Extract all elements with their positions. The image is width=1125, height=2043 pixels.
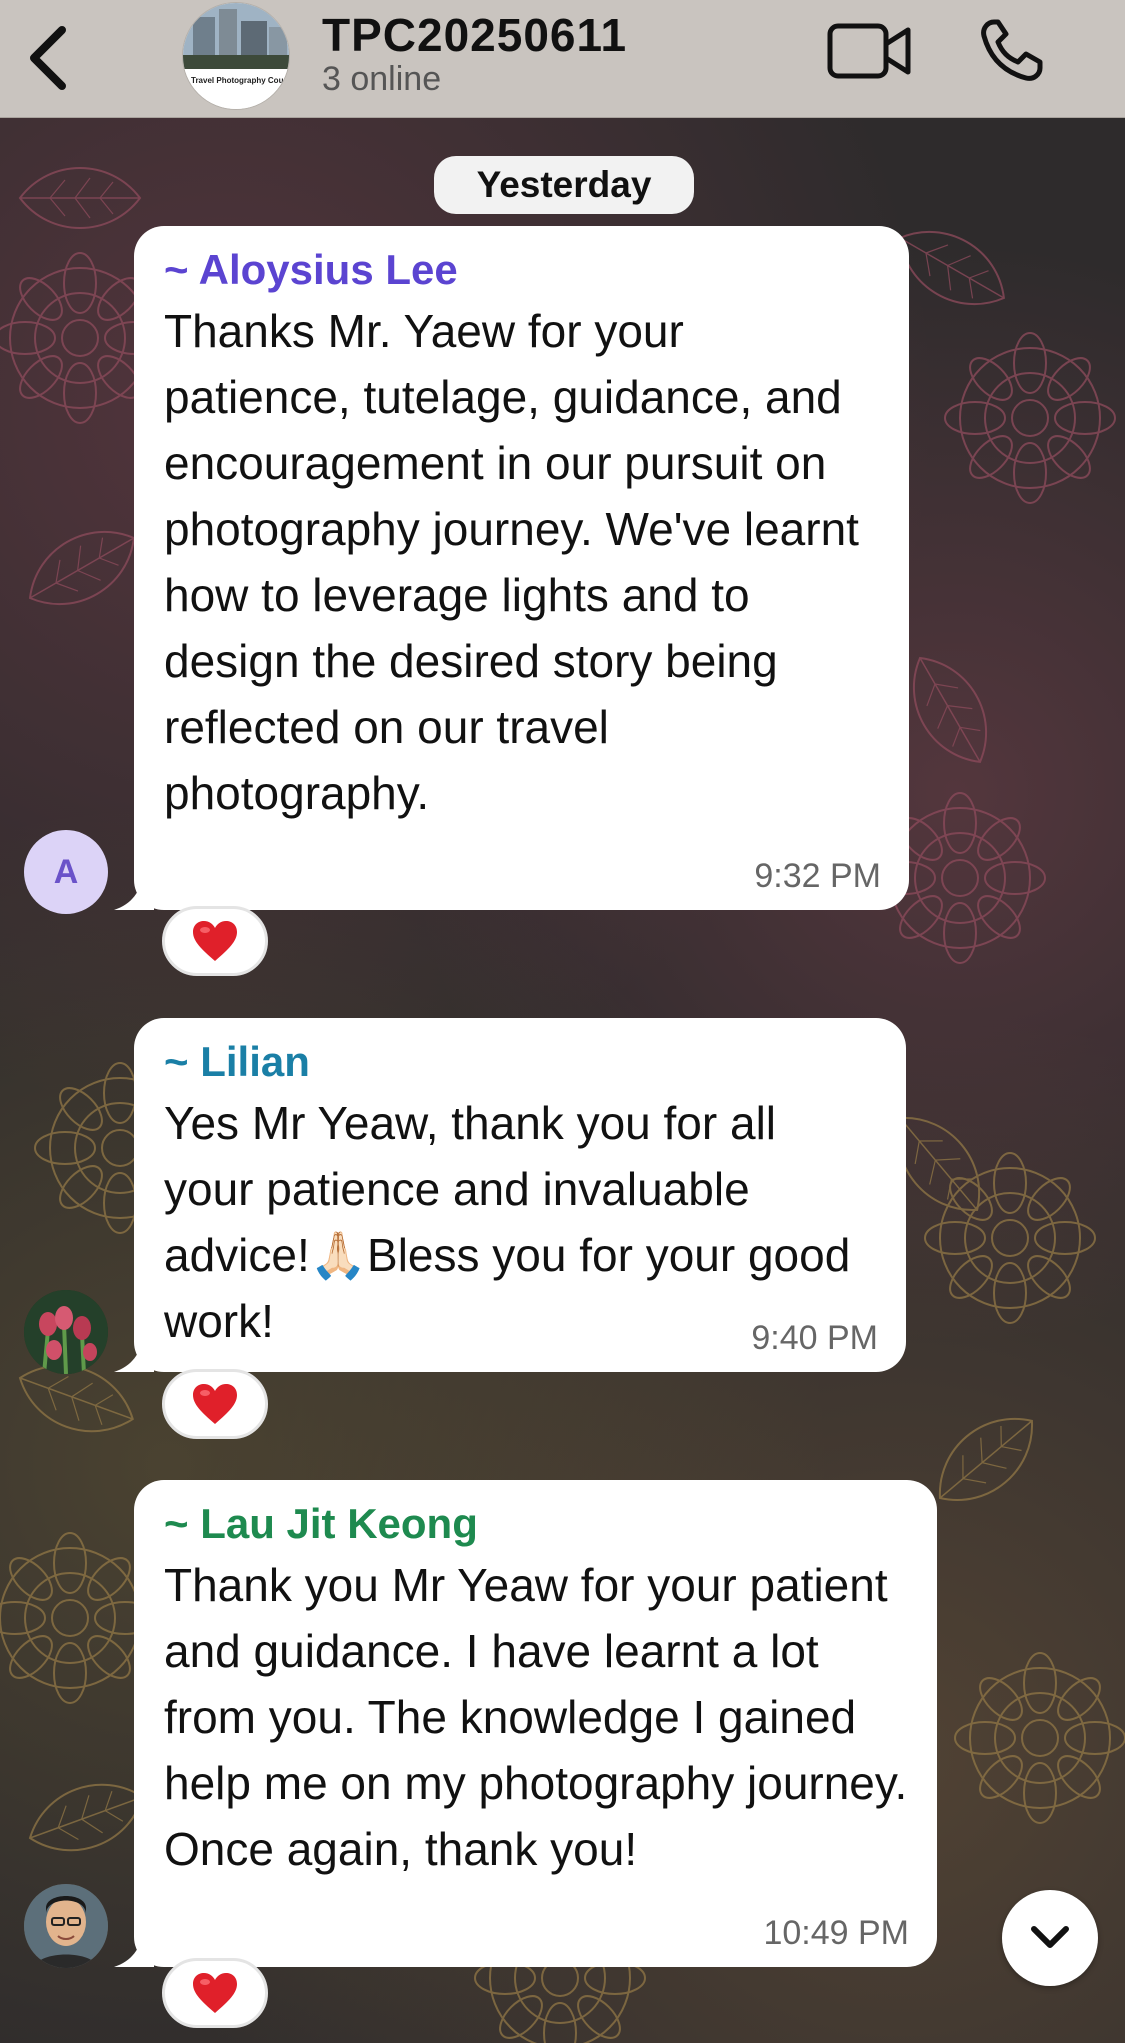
group-title[interactable]: TPC20250611 (322, 8, 627, 62)
message-bubble[interactable]: ~ Lilian Yes Mr Yeaw, thank you for all … (114, 1018, 906, 1372)
sender-avatar[interactable] (24, 1884, 108, 1968)
date-separator: Yesterday (434, 156, 694, 214)
red-heart-icon (193, 1973, 237, 2013)
video-camera-icon (827, 23, 911, 79)
message-bubble[interactable]: ~ Lau Jit Keong Thank you Mr Yeaw for yo… (114, 1480, 937, 1967)
online-status: 3 online (322, 60, 442, 98)
reaction-badge[interactable] (162, 1369, 268, 1439)
bubble-tail (114, 874, 154, 910)
bubble-tail (114, 1336, 154, 1372)
sender-name[interactable]: ~ Lilian (164, 1038, 878, 1086)
back-button[interactable] (20, 22, 80, 92)
message-text: Yes Mr Yeaw, thank you for all your pati… (164, 1097, 851, 1347)
message-time: 9:40 PM (751, 1319, 878, 1357)
message-bubble[interactable]: ~ Aloysius Lee Thanks Mr. Yaew for your … (114, 226, 909, 910)
chevron-left-icon (30, 26, 66, 90)
video-call-button[interactable] (826, 20, 912, 82)
phone-icon (981, 19, 1043, 81)
group-avatar[interactable]: Travel Photography Course (182, 2, 290, 110)
sender-avatar[interactable]: A (24, 830, 108, 914)
person-photo (24, 1884, 108, 1968)
message-time: 9:32 PM (754, 857, 881, 895)
reaction-badge[interactable] (162, 1958, 268, 2028)
message-text: Thank you Mr Yeaw for your patient and g… (164, 1559, 908, 1875)
group-photo (183, 3, 289, 109)
chat-header: Travel Photography Course TPC20250611 3 … (0, 0, 1125, 118)
sender-name[interactable]: ~ Lau Jit Keong (164, 1500, 909, 1548)
tulips-photo (24, 1290, 108, 1374)
group-avatar-caption: Travel Photography Course (191, 76, 283, 85)
message-time: 10:49 PM (763, 1914, 909, 1952)
message-text: Thanks Mr. Yaew for your patience, tutel… (164, 305, 859, 819)
red-heart-icon (193, 921, 237, 961)
bubble-tail (114, 1931, 154, 1967)
reaction-badge[interactable] (162, 906, 268, 976)
voice-call-button[interactable] (976, 16, 1046, 86)
chevron-down-icon (1031, 1926, 1069, 1948)
scroll-to-bottom-button[interactable] (1002, 1890, 1098, 1986)
sender-name[interactable]: ~ Aloysius Lee (164, 246, 881, 294)
sender-avatar[interactable] (24, 1290, 108, 1374)
avatar-letter: A (53, 852, 79, 891)
red-heart-icon (193, 1384, 237, 1424)
